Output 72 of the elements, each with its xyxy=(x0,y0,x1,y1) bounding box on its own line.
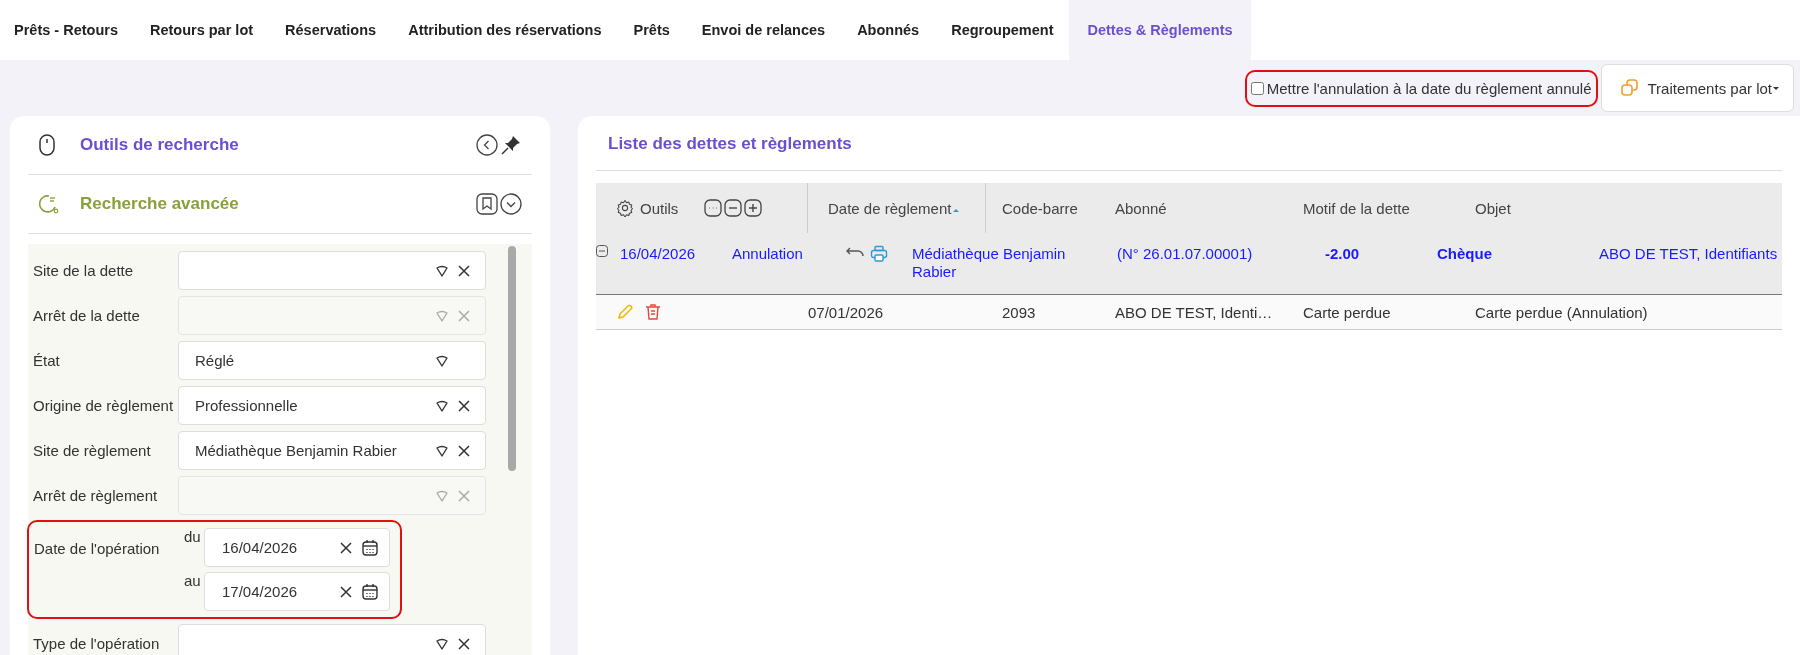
filter-label: Origine de règlement xyxy=(33,396,175,415)
range-label: au xyxy=(184,572,202,591)
column-header[interactable]: Objet xyxy=(1461,183,1511,233)
dropdown-icon xyxy=(435,488,449,503)
select-field[interactable] xyxy=(178,251,486,290)
pin-icon[interactable] xyxy=(500,134,522,156)
batch-actions-button[interactable]: Traitements par lot xyxy=(1600,64,1794,112)
operation-type: Annulation xyxy=(732,245,804,262)
clear-icon[interactable] xyxy=(339,584,353,599)
filter-label: Site de règlement xyxy=(33,441,152,460)
payment-method: Chèque xyxy=(1437,245,1493,262)
table-cell-text: Carte perdue (Annulation) xyxy=(1474,303,1648,321)
column-header[interactable]: Abonné xyxy=(1101,183,1289,233)
collapse-left-icon[interactable] xyxy=(476,134,498,156)
table-cell-text: Carte perdue xyxy=(1302,303,1392,321)
filter-label: Type de l'opération xyxy=(33,634,161,653)
select-field[interactable] xyxy=(178,624,486,655)
date-field[interactable]: 16/04/2026 xyxy=(204,528,390,567)
checkbox[interactable] xyxy=(1250,81,1264,95)
dropdown-icon xyxy=(435,263,449,278)
filter-label: Arrêt de règlement xyxy=(33,486,159,505)
expand-icon[interactable] xyxy=(500,193,522,215)
date-field[interactable]: 17/04/2026 xyxy=(204,572,390,611)
undo-icon[interactable] xyxy=(846,245,866,259)
panel-title: Liste des dettes et règlements xyxy=(596,116,1782,171)
payment-date: 16/04/2026 xyxy=(620,245,697,262)
dropdown-icon xyxy=(435,636,449,651)
column-header[interactable]: Code-barre xyxy=(986,183,1101,233)
patron-name: ABO DE TEST, Identifiants xyxy=(1599,245,1778,262)
range-label: du xyxy=(184,528,202,547)
filter-label: État xyxy=(33,351,61,370)
panel-title: Outils de recherche xyxy=(80,135,239,155)
mouse-icon xyxy=(38,133,56,157)
clear-icon[interactable] xyxy=(339,540,353,555)
clear-icon[interactable] xyxy=(457,263,471,278)
calendar-icon[interactable] xyxy=(361,538,379,557)
filter-label: Site de la dette xyxy=(33,261,135,280)
table-cell-text: ABO DE TEST, Identi… xyxy=(1114,303,1274,321)
payment-site: Médiathèque Benjamin Rabier xyxy=(912,245,1067,281)
filter-label: Arrêt de la dette xyxy=(33,306,141,325)
account-number: (N° 26.01.07.00001) xyxy=(1117,245,1254,262)
select-field[interactable]: Professionnelle xyxy=(178,386,486,425)
caret-icon xyxy=(1773,86,1779,90)
column-header[interactable]: Motif de la dette xyxy=(1289,183,1461,233)
dropdown-icon xyxy=(435,353,449,368)
dropdown-icon xyxy=(435,443,449,458)
trash-icon[interactable] xyxy=(644,303,662,321)
select-field[interactable]: Réglé xyxy=(178,341,486,380)
search-refresh-icon xyxy=(38,193,60,215)
section-title: Recherche avancée xyxy=(80,194,239,214)
scrollbar[interactable] xyxy=(508,246,516,471)
stacked-squares-icon xyxy=(1619,78,1640,98)
dropdown-icon xyxy=(435,308,449,323)
collapse-all-icon[interactable] xyxy=(724,199,742,217)
select-field[interactable]: Médiathèque Benjamin Rabier xyxy=(178,431,486,470)
bookmark-icon[interactable] xyxy=(476,193,498,215)
expand-all-icon[interactable] xyxy=(744,199,762,217)
tools-label[interactable]: Outils xyxy=(640,199,679,217)
clear-icon[interactable] xyxy=(457,398,471,413)
filter-label: Date de l'opération xyxy=(34,539,161,559)
clear-icon[interactable] xyxy=(457,443,471,458)
calendar-icon[interactable] xyxy=(361,582,379,601)
clear-icon[interactable] xyxy=(457,636,471,651)
table-cell-text: 07/01/2026 xyxy=(808,303,885,321)
printer-icon[interactable] xyxy=(870,245,888,263)
payment-amount: -2.00 xyxy=(1325,245,1361,262)
option-label: Mettre l'annulation à la date du règlement annulé xyxy=(1266,79,1592,97)
gear-icon[interactable] xyxy=(616,199,634,217)
dropdown-icon xyxy=(435,398,449,413)
more-icon[interactable] xyxy=(704,199,722,217)
table-cell-text: 2093 xyxy=(1001,303,1037,321)
tab[interactable]: Dettes & Règlements xyxy=(1069,0,1251,60)
